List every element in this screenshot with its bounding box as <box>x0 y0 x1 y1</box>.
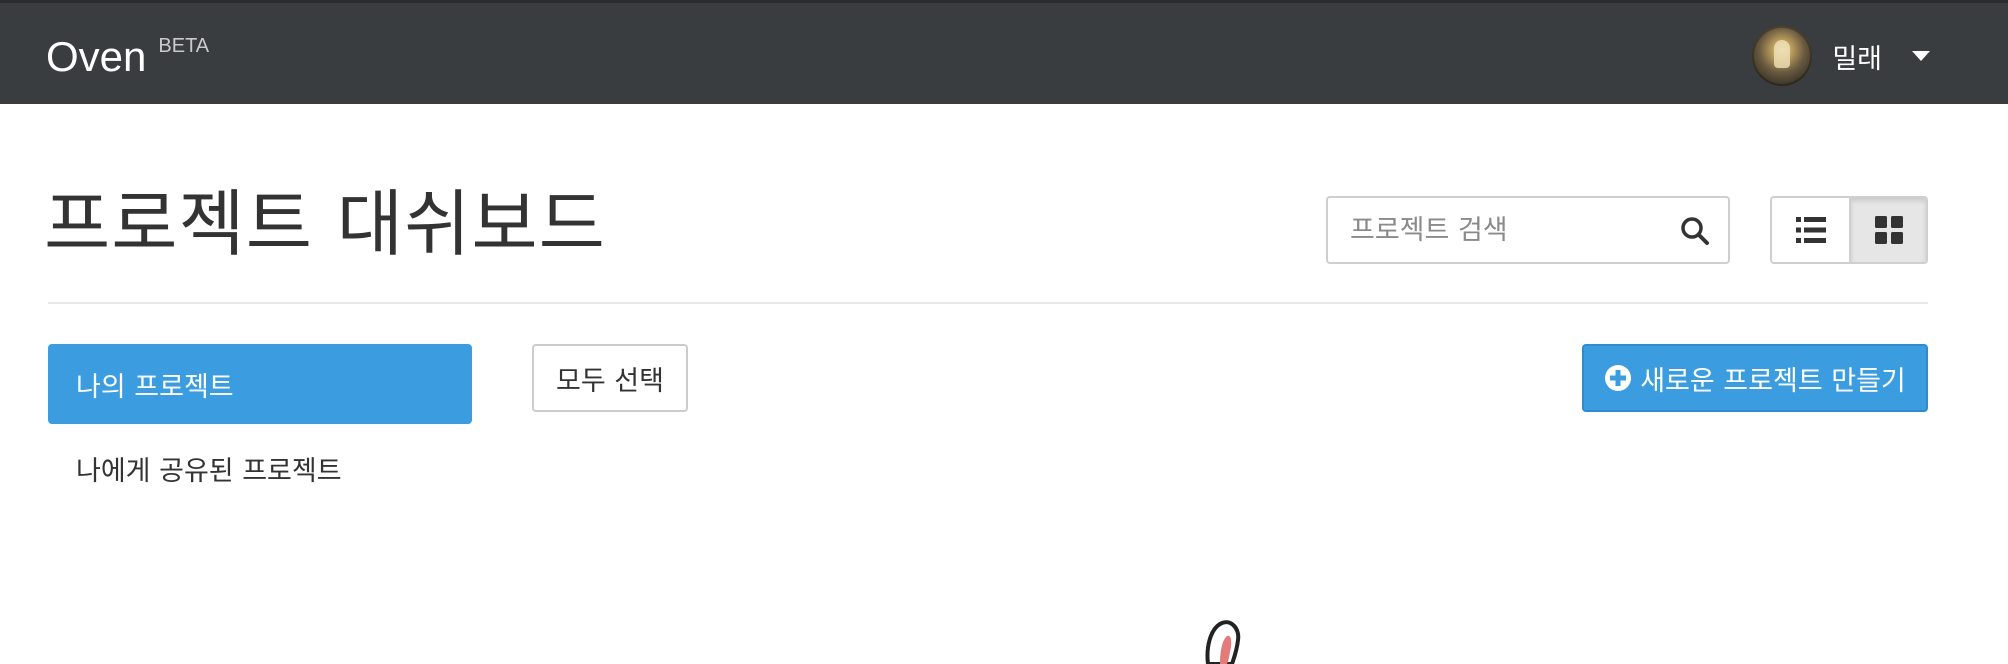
list-icon <box>1795 217 1826 243</box>
select-all-label: 모두 선택 <box>556 365 664 397</box>
grid-icon <box>1874 216 1903 244</box>
page-title: 프로젝트 대쉬보드 <box>44 182 606 266</box>
nav-my-projects-label: 나의 프로젝트 <box>76 371 234 403</box>
avatar <box>1752 26 1813 86</box>
search-input[interactable] <box>1328 198 1668 262</box>
beta-badge: BETA <box>158 35 210 57</box>
header-divider <box>48 302 1928 304</box>
nav-my-projects[interactable]: 나의 프로젝트 <box>48 344 472 424</box>
grid-view-button[interactable] <box>1849 198 1926 262</box>
caret-down-icon <box>1912 51 1930 61</box>
new-project-button[interactable]: 새로운 프로젝트 만들기 <box>1582 344 1928 412</box>
user-name: 밀래 <box>1832 43 1882 75</box>
plus-circle-icon <box>1605 365 1632 391</box>
view-toggle <box>1770 196 1928 264</box>
search-box <box>1326 196 1730 264</box>
select-all-button[interactable]: 모두 선택 <box>532 344 688 412</box>
nav-shared-projects[interactable]: 나에게 공유된 프로젝트 <box>48 428 472 508</box>
list-view-button[interactable] <box>1772 198 1849 262</box>
rabbit-ear-illustration <box>1205 620 1241 664</box>
brand-name: Oven <box>46 33 147 80</box>
nav-shared-projects-label: 나에게 공유된 프로젝트 <box>76 455 342 487</box>
top-navbar: Oven BETA 밀래 <box>0 0 2008 104</box>
brand-logo[interactable]: Oven BETA <box>46 31 209 83</box>
new-project-label: 새로운 프로젝트 만들기 <box>1640 365 1906 397</box>
user-menu-toggle[interactable]: 밀래 <box>1752 25 1930 87</box>
search-icon[interactable] <box>1680 216 1710 246</box>
